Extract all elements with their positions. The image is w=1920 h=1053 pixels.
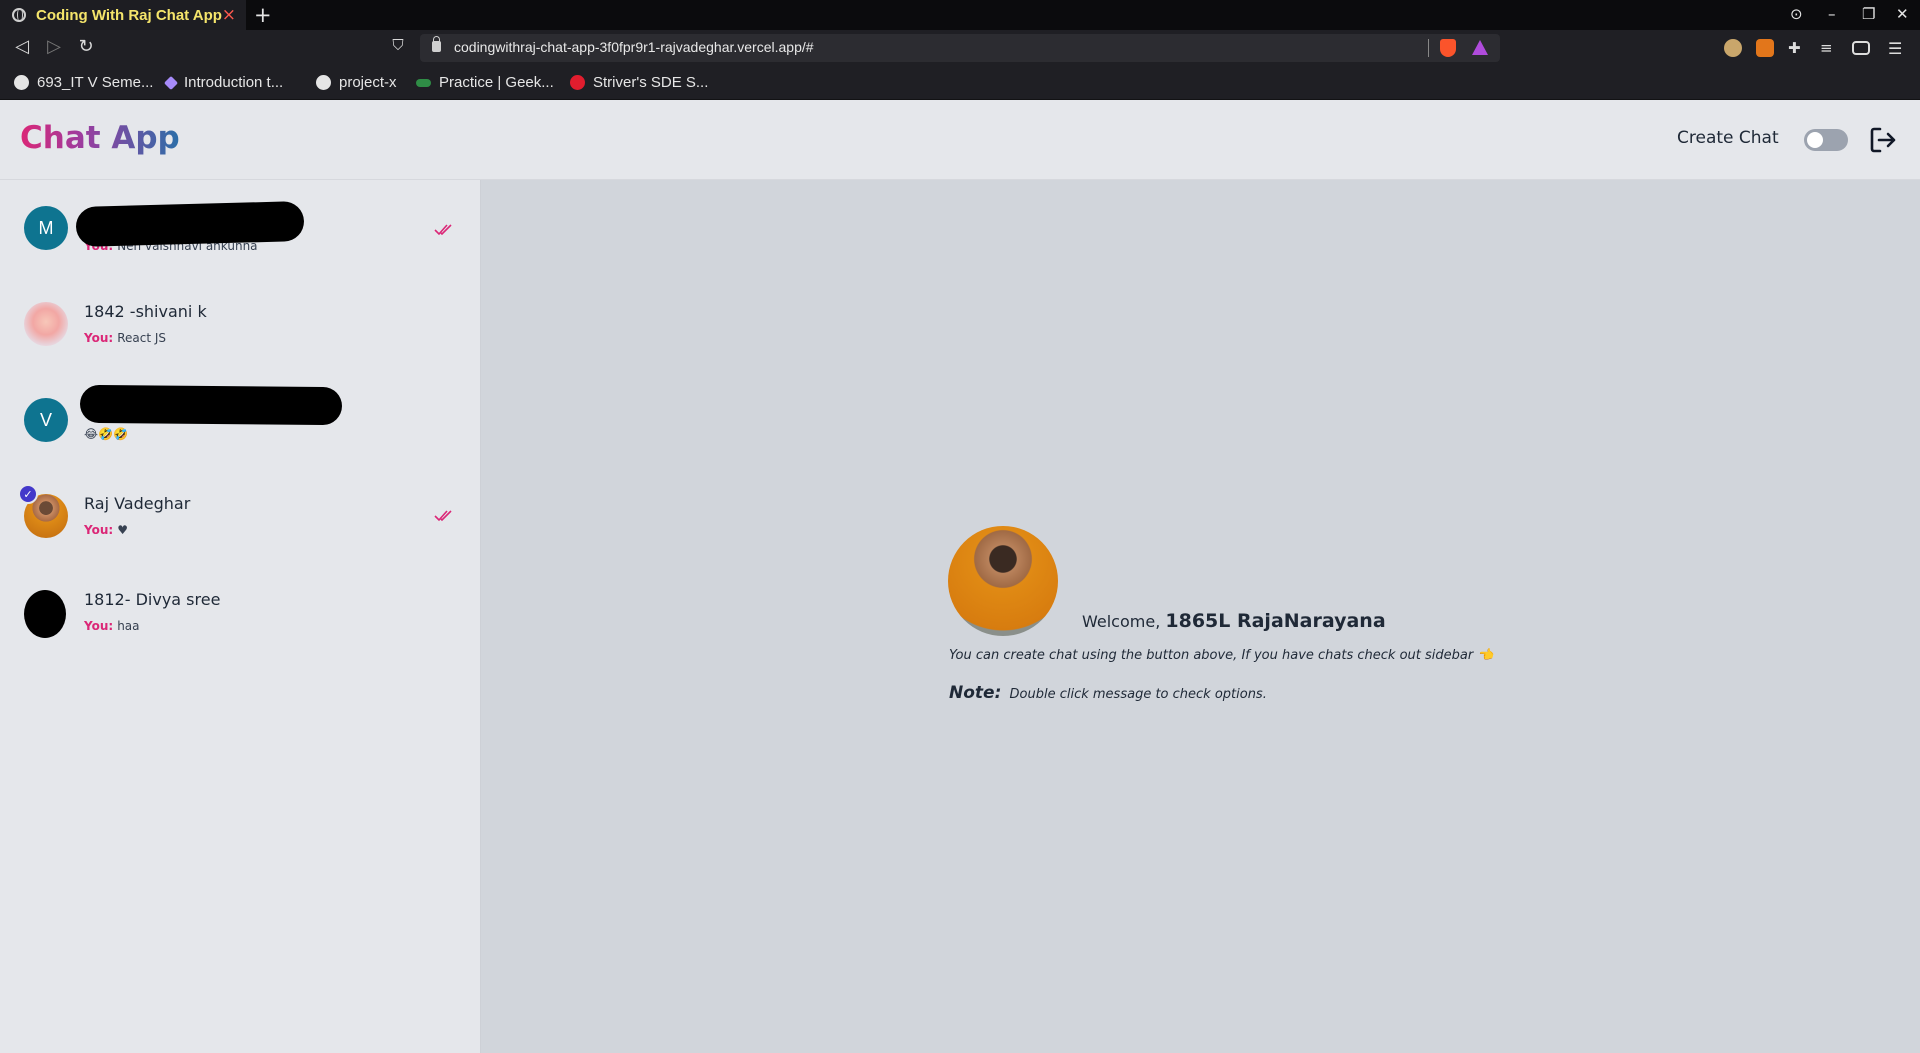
browser-titlebar: Coding With Raj Chat App × + ⊙ – ❐ ✕: [0, 0, 1920, 30]
double-tick-icon: [434, 224, 452, 236]
bookmark-icon[interactable]: ⛉: [386, 36, 410, 54]
bookmark-item[interactable]: Introduction t...: [163, 74, 284, 91]
app-logo[interactable]: Chat App: [20, 120, 180, 156]
logout-icon[interactable]: [1868, 125, 1898, 155]
chat-preview: You: React JS: [84, 331, 166, 345]
chat-list-item[interactable]: ✓ Raj Vadeghar You: ♥: [0, 468, 480, 564]
reload-icon[interactable]: ↻: [74, 36, 98, 57]
welcome-prefix: Welcome,: [1082, 612, 1161, 631]
extension-icon[interactable]: [1724, 39, 1742, 57]
welcome-username: 1865L RajaNarayana: [1165, 610, 1386, 632]
preview-text: 😂🤣🤣: [84, 427, 128, 441]
chat-name: 1842 -shivani k: [84, 302, 207, 321]
bookmark-item[interactable]: 693_IT V Seme...: [14, 74, 153, 91]
avatar-letter: V: [39, 409, 52, 430]
bookmark-item[interactable]: Striver's SDE S...: [570, 74, 708, 91]
you-label: You:: [84, 523, 114, 537]
bookmark-label: Practice | Geek...: [439, 74, 554, 91]
chat-list-item[interactable]: V 😂🤣🤣: [0, 372, 480, 468]
brave-shields-icon[interactable]: [1440, 39, 1456, 57]
takeuforward-icon: [570, 75, 585, 90]
chat-preview: You: haa: [84, 619, 140, 633]
bookmark-item[interactable]: project-x: [316, 74, 397, 91]
geeksforgeeks-icon: [416, 78, 431, 87]
redaction-mark: [79, 384, 343, 426]
minimize-icon[interactable]: –: [1828, 5, 1836, 23]
brave-rewards-icon[interactable]: [1472, 40, 1488, 55]
chat-preview: You: ♥: [84, 523, 128, 537]
avatar: [24, 302, 68, 346]
browser-navbar: ◁ ▷ ↻ ⛉ codingwithraj-chat-app-3f0fpr9r1…: [0, 30, 1920, 66]
restore-icon[interactable]: ❐: [1862, 5, 1875, 23]
you-label: You:: [84, 331, 114, 345]
tab-close-button[interactable]: ×: [222, 5, 236, 25]
double-tick-icon: [434, 510, 452, 522]
preview-text: ♥: [117, 523, 128, 537]
note-label: Note:: [949, 683, 1002, 703]
chat-preview: 😂🤣🤣: [84, 427, 128, 441]
app-header: Chat App Create Chat: [0, 100, 1920, 180]
ethereum-icon: [163, 75, 179, 90]
chat-app: Chat App Create Chat M You:Nen vaishnavi…: [0, 100, 1920, 1053]
forward-icon[interactable]: ▷: [42, 36, 66, 57]
avatar: M: [24, 206, 68, 250]
github-icon: [316, 75, 331, 90]
welcome-heading: Welcome, 1865L RajaNarayana: [1082, 610, 1386, 632]
bookmark-label: project-x: [339, 74, 397, 91]
dark-mode-toggle[interactable]: [1804, 129, 1848, 151]
close-window-icon[interactable]: ✕: [1896, 5, 1909, 23]
extensions-puzzle-icon[interactable]: ✚: [1788, 39, 1806, 57]
bookmark-label: Introduction t...: [184, 74, 284, 91]
welcome-panel: Welcome, 1865L RajaNarayana You can crea…: [481, 180, 1920, 1053]
preview-text: React JS: [117, 331, 166, 345]
chat-name: Raj Vadeghar: [84, 494, 191, 513]
avatar: [24, 590, 66, 638]
address-bar[interactable]: codingwithraj-chat-app-3f0fpr9r1-rajvade…: [420, 34, 1500, 62]
chat-list-item[interactable]: 1842 -shivani k You: React JS: [0, 276, 480, 372]
chat-list-item[interactable]: 1812- Divya sree You: haa: [0, 564, 480, 660]
globe-icon: [14, 75, 29, 90]
you-label: You:: [84, 619, 114, 633]
avatar: V: [24, 398, 68, 442]
chat-list-item[interactable]: M You:Nen vaishnavi ankunna: [0, 180, 480, 276]
user-avatar: [948, 526, 1058, 636]
welcome-note: Note: Double click message to check opti…: [949, 683, 1267, 703]
menu-icon[interactable]: ☰: [1888, 39, 1906, 58]
back-icon[interactable]: ◁: [10, 36, 34, 57]
welcome-hint: You can create chat using the button abo…: [949, 648, 1494, 663]
browser-tab[interactable]: Coding With Raj Chat App ×: [0, 0, 246, 30]
chat-name: 1812- Divya sree: [84, 590, 221, 609]
metamask-icon[interactable]: [1756, 39, 1774, 57]
chat-sidebar: M You:Nen vaishnavi ankunna 1842 -shivan…: [0, 180, 481, 1053]
url-text[interactable]: codingwithraj-chat-app-3f0fpr9r1-rajvade…: [454, 39, 814, 55]
preview-text: haa: [117, 619, 140, 633]
redaction-mark: [75, 201, 305, 247]
create-chat-button[interactable]: Create Chat: [1677, 128, 1779, 148]
bookmarks-bar: 693_IT V Seme... Introduction t... proje…: [0, 66, 1920, 100]
bookmark-label: Striver's SDE S...: [593, 74, 709, 91]
note-text: Double click message to check options.: [1009, 687, 1267, 702]
globe-icon: [12, 8, 26, 22]
wallet-icon[interactable]: [1852, 41, 1870, 55]
tab-search-icon[interactable]: ⊙: [1790, 5, 1803, 23]
lock-icon: [432, 36, 441, 52]
bookmark-item[interactable]: Practice | Geek...: [416, 74, 554, 91]
new-tab-button[interactable]: +: [254, 3, 272, 27]
url-separator: [1428, 39, 1429, 57]
avatar-letter: M: [38, 217, 54, 238]
verified-badge-icon: ✓: [18, 484, 38, 504]
bookmark-label: 693_IT V Seme...: [37, 74, 154, 91]
playlist-icon[interactable]: ≡: [1820, 39, 1838, 57]
tab-title: Coding With Raj Chat App: [36, 6, 222, 24]
